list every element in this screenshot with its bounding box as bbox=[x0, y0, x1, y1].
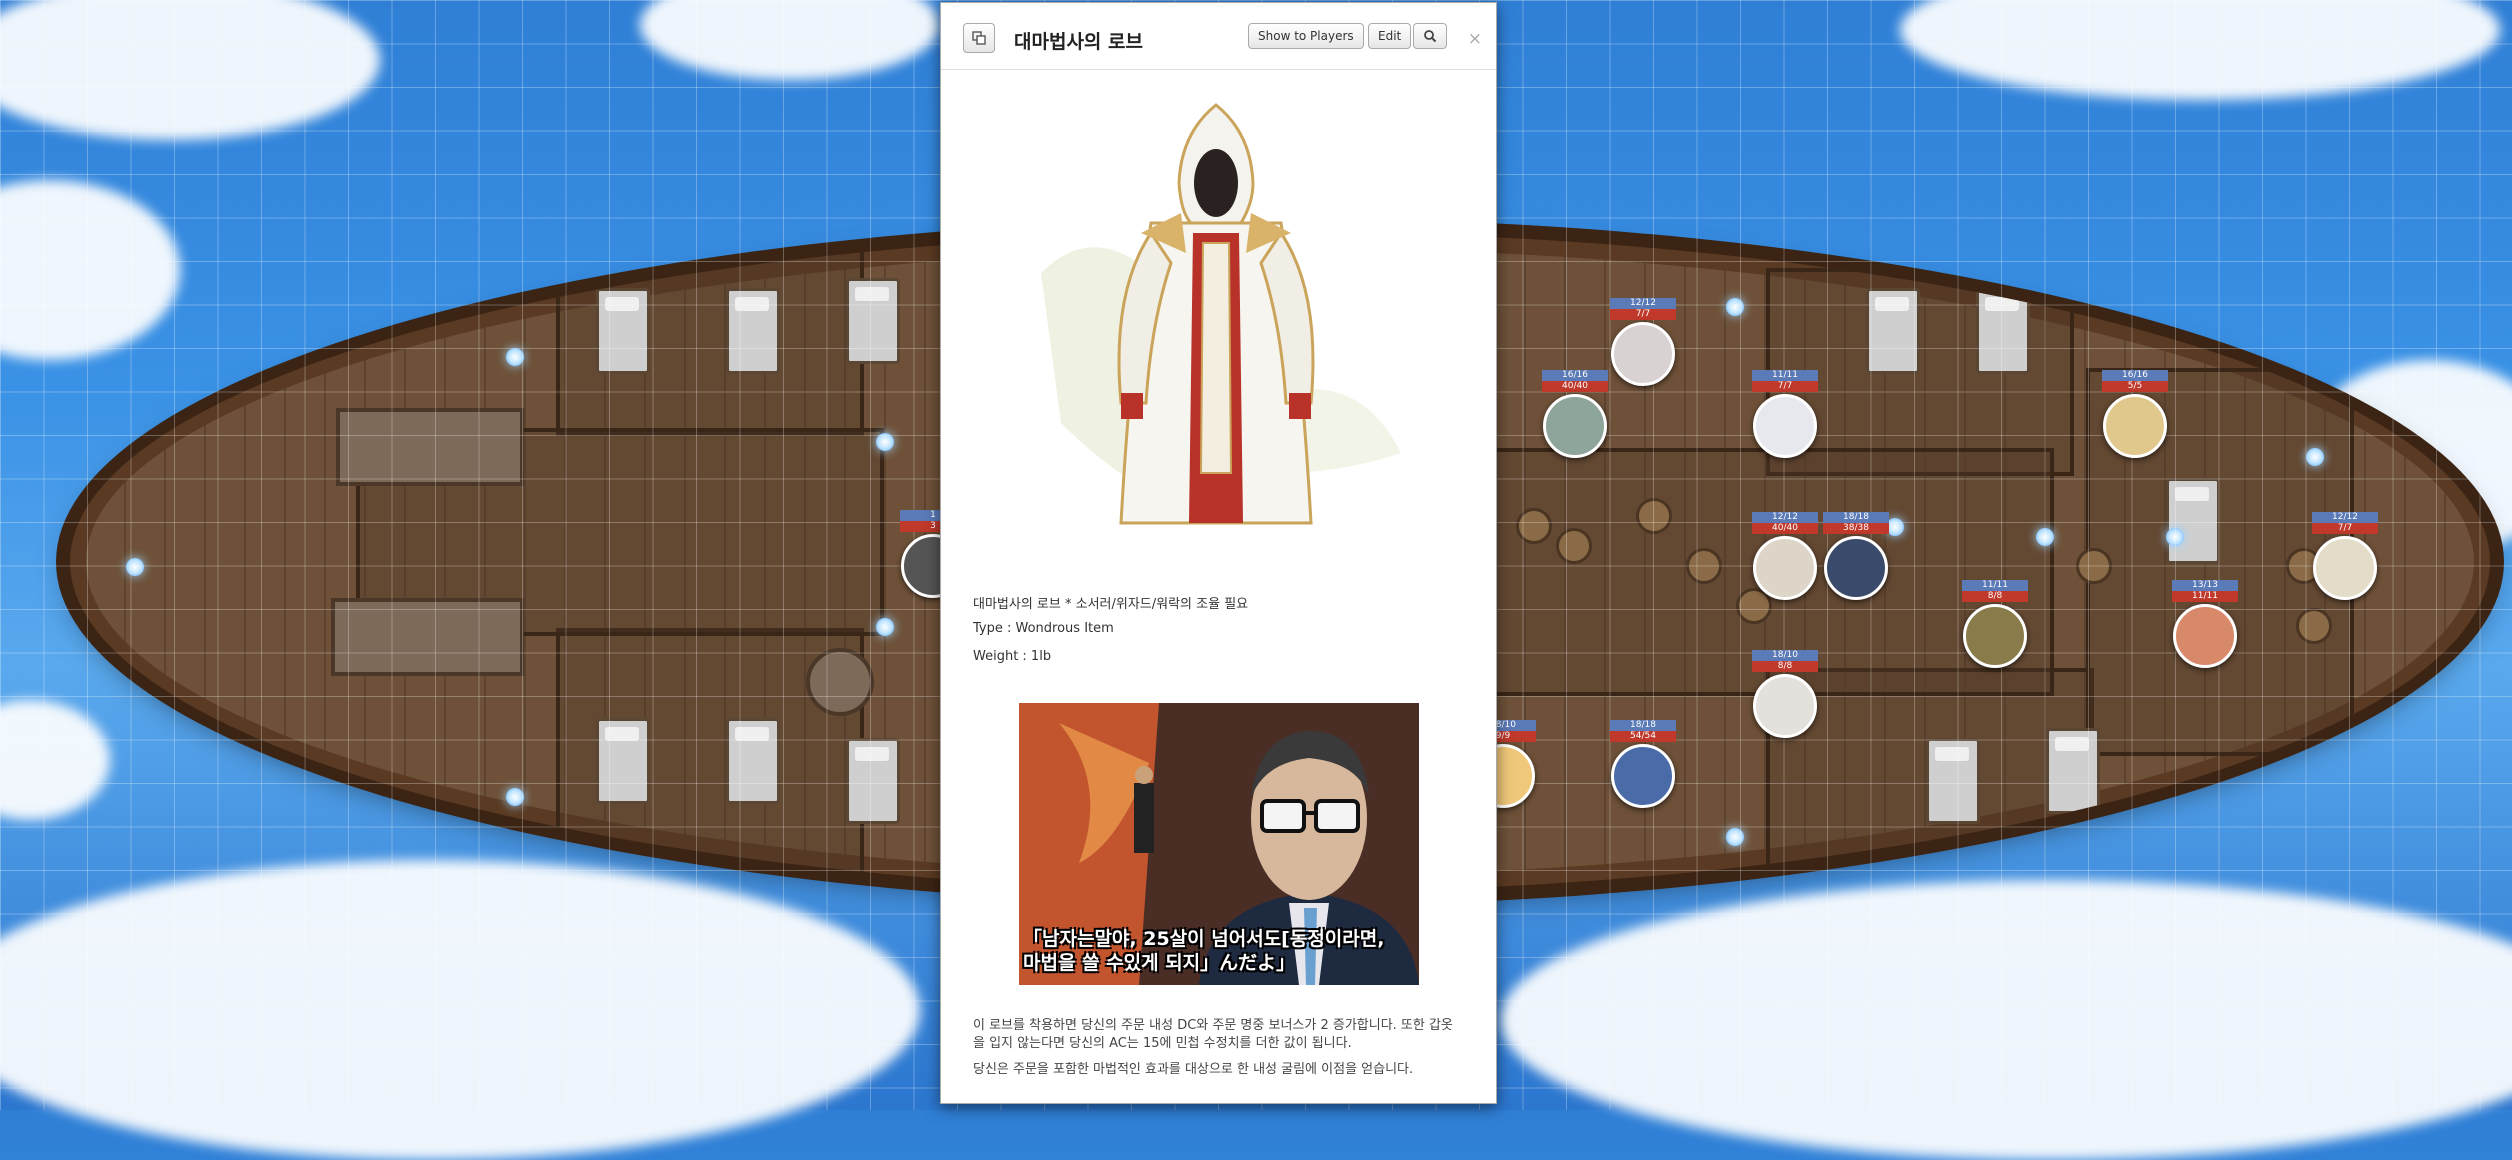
lamp-icon bbox=[2306, 448, 2324, 466]
token-bar-top: 12/12 bbox=[1610, 298, 1676, 309]
bed bbox=[846, 738, 900, 824]
bed bbox=[596, 718, 650, 804]
item-description-advantage: 당신은 주문을 포함한 마법적인 효과를 대상으로 한 내성 굴림에 이점을 얻… bbox=[973, 1062, 1414, 1077]
token-bar-top: 18/10 bbox=[1752, 650, 1818, 661]
token-portrait bbox=[2313, 536, 2377, 600]
item-description: 이 로브를 착용하면 당신의 주문 내성 DC와 주문 명중 보너스가 2 증가… bbox=[973, 1018, 1453, 1051]
bed bbox=[846, 278, 900, 364]
character-token[interactable]: 18/18 54/54 bbox=[1610, 720, 1676, 808]
token-portrait bbox=[1824, 536, 1888, 600]
character-token[interactable]: 18/18 38/38 bbox=[1823, 512, 1889, 600]
character-token[interactable]: 16/16 5/5 bbox=[2102, 370, 2168, 458]
bed bbox=[726, 718, 780, 804]
show-to-players-button[interactable]: Show to Players bbox=[1248, 23, 1364, 49]
token-portrait bbox=[1611, 322, 1675, 386]
character-token[interactable]: 12/12 40/40 bbox=[1752, 512, 1818, 600]
token-bar-top: 11/11 bbox=[1962, 580, 2028, 591]
bed bbox=[1926, 738, 1980, 824]
token-bar-bottom: 11/11 bbox=[2172, 591, 2238, 602]
robe-image bbox=[981, 93, 1451, 573]
character-token[interactable]: 13/13 11/11 bbox=[2172, 580, 2238, 668]
lamp-icon bbox=[876, 433, 894, 451]
bed bbox=[2046, 728, 2100, 814]
barrel bbox=[1556, 528, 1592, 564]
search-icon bbox=[1424, 30, 1437, 43]
token-bar-bottom: 40/40 bbox=[1752, 523, 1818, 534]
token-portrait bbox=[1611, 744, 1675, 808]
token-bar-top: 18/18 bbox=[1823, 512, 1889, 523]
handout-dialog: 대마법사의 로브 Show to Players Edit × 대마법사의 로브… bbox=[940, 2, 1497, 1104]
meme-caption: 「남자는말야, 25살이 넘어서도[동정이라면, 마법을 쓸 수있게 되지」んだ… bbox=[1023, 928, 1385, 974]
lamp-icon bbox=[2166, 528, 2184, 546]
barrel bbox=[1686, 548, 1722, 584]
token-bar-bottom: 7/7 bbox=[1610, 309, 1676, 320]
lamp-icon bbox=[506, 348, 524, 366]
bed bbox=[2166, 478, 2220, 564]
cloud bbox=[0, 860, 920, 1160]
token-bar-bottom: 40/40 bbox=[1542, 381, 1608, 392]
cloud bbox=[0, 0, 380, 140]
character-token[interactable]: 12/12 7/7 bbox=[1610, 298, 1676, 386]
item-weight-line: Weight : 1lb bbox=[973, 649, 1052, 664]
meme-image: 「남자는말야, 25살이 넘어서도[동정이라면, 마법을 쓸 수있게 되지」んだ… bbox=[1019, 703, 1419, 985]
cloud bbox=[1900, 0, 2500, 100]
cloud bbox=[0, 180, 180, 360]
edit-button[interactable]: Edit bbox=[1368, 23, 1412, 49]
token-bar-bottom: 7/7 bbox=[1752, 381, 1818, 392]
token-portrait bbox=[2173, 604, 2237, 668]
item-type-line: Type : Wondrous Item bbox=[973, 621, 1114, 636]
lamp-icon bbox=[2036, 528, 2054, 546]
copy-icon bbox=[972, 31, 986, 45]
cloud bbox=[1500, 880, 2512, 1160]
token-portrait bbox=[1753, 674, 1817, 738]
token-bar-bottom: 38/38 bbox=[1823, 523, 1889, 534]
character-token[interactable]: 12/12 7/7 bbox=[2312, 512, 2378, 600]
table bbox=[336, 408, 524, 486]
bed bbox=[726, 288, 780, 374]
token-bar-top: 12/12 bbox=[2312, 512, 2378, 523]
cloud bbox=[640, 0, 940, 80]
lamp-icon bbox=[1726, 298, 1744, 316]
lamp-icon bbox=[126, 558, 144, 576]
token-bar-top: 11/11 bbox=[1752, 370, 1818, 381]
search-button[interactable] bbox=[1413, 23, 1447, 49]
lamp-icon bbox=[506, 788, 524, 806]
token-bar-top: 18/18 bbox=[1610, 720, 1676, 731]
dialog-title: 대마법사의 로브 bbox=[1014, 31, 1143, 53]
lamp-icon bbox=[1726, 828, 1744, 846]
barrel bbox=[2296, 608, 2332, 644]
bed bbox=[1866, 288, 1920, 374]
bed bbox=[596, 288, 650, 374]
barrel bbox=[1636, 498, 1672, 534]
lamp-icon bbox=[876, 618, 894, 636]
cloud bbox=[0, 700, 110, 820]
table bbox=[331, 598, 524, 676]
token-portrait bbox=[1543, 394, 1607, 458]
dialog-header: 대마법사의 로브 Show to Players Edit × bbox=[941, 3, 1496, 70]
token-portrait bbox=[1963, 604, 2027, 668]
item-name-line: 대마법사의 로브 * 소서러/위자드/워락의 조율 필요 bbox=[973, 597, 1249, 612]
token-bar-bottom: 5/5 bbox=[2102, 381, 2168, 392]
character-token[interactable]: 16/16 40/40 bbox=[1542, 370, 1608, 458]
character-token[interactable]: 11/11 8/8 bbox=[1962, 580, 2028, 668]
token-bar-top: 13/13 bbox=[2172, 580, 2238, 591]
token-portrait bbox=[1753, 394, 1817, 458]
token-bar-bottom: 8/8 bbox=[1962, 591, 2028, 602]
round-table bbox=[806, 648, 874, 716]
bed bbox=[1976, 288, 2030, 374]
barrel bbox=[1516, 508, 1552, 544]
close-icon[interactable]: × bbox=[1468, 29, 1482, 49]
token-bar-top: 16/16 bbox=[1542, 370, 1608, 381]
barrel bbox=[2076, 548, 2112, 584]
token-portrait bbox=[2103, 394, 2167, 458]
character-token[interactable]: 18/10 8/8 bbox=[1752, 650, 1818, 738]
token-bar-bottom: 54/54 bbox=[1610, 731, 1676, 742]
token-portrait bbox=[1753, 536, 1817, 600]
character-token[interactable]: 11/11 7/7 bbox=[1752, 370, 1818, 458]
token-bar-bottom: 8/8 bbox=[1752, 661, 1818, 672]
token-bar-top: 12/12 bbox=[1752, 512, 1818, 523]
token-bar-bottom: 7/7 bbox=[2312, 523, 2378, 534]
copy-button[interactable] bbox=[963, 23, 995, 53]
token-bar-top: 16/16 bbox=[2102, 370, 2168, 381]
